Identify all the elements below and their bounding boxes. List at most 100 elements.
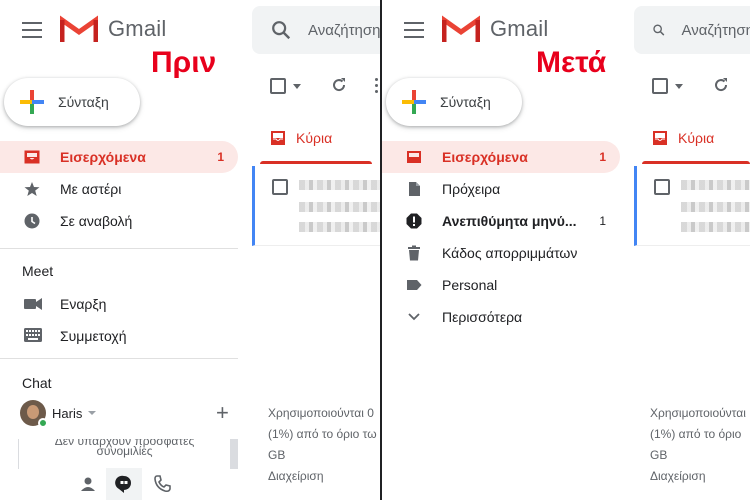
nav-item-spam[interactable]: Ανεπιθύμητα μηνύ... 1 [382,205,620,237]
nav-label: Πρόχειρα [442,181,501,197]
chevron-down-icon[interactable] [88,411,96,415]
keyboard-icon [24,328,42,342]
more-vert-icon[interactable] [375,78,379,94]
nav-item-more[interactable]: Περισσότερα [382,301,620,333]
compose-button[interactable]: Σύνταξη [4,78,140,126]
blurred-subject [681,202,750,212]
phone-icon[interactable] [152,474,172,494]
compose-plus-icon [402,90,426,114]
nav-item-snoozed[interactable]: Σε αναβολή [0,205,238,237]
compose-label: Σύνταξη [440,94,491,110]
main-menu-button[interactable] [404,22,424,38]
nav-label: Σε αναβολή [60,213,133,229]
compose-button[interactable]: Σύνταξη [386,78,522,126]
gmail-logo[interactable]: Gmail [442,14,548,44]
row-checkbox[interactable] [272,179,288,195]
spam-count: 1 [599,214,606,228]
tab-primary-label: Κύρια [296,130,333,146]
before-label: Πριν [151,46,217,79]
nav-item-inbox[interactable]: Εισερχόμενα 1 [382,141,620,173]
hangouts-bottom-bar [0,468,240,500]
online-status-dot [38,418,48,428]
after-label: Μετά [536,46,607,79]
gmail-logo[interactable]: Gmail [60,14,166,44]
storage-info: Χρησιμοποιούνται (1%) από το όριο GB Δια… [650,403,746,487]
compose-plus-icon [20,90,44,114]
refresh-icon[interactable] [712,76,730,94]
select-all-checkbox[interactable] [270,78,286,94]
nav-label: Εισερχόμενα [60,149,146,165]
search-placeholder: Αναζήτηση [681,21,750,39]
row-checkbox[interactable] [654,179,670,195]
blurred-snippet [299,222,380,232]
meet-start-item[interactable]: Εναρξη [0,288,238,320]
main-menu-button[interactable] [22,22,42,38]
app-name: Gmail [108,16,167,41]
section-divider [0,248,238,249]
search-placeholder: Αναζήτηση [308,21,380,39]
select-all-checkbox[interactable] [652,78,668,94]
mail-toolbar [252,62,380,110]
search-bar[interactable]: Αναζήτηση [252,6,380,54]
empty-chat-line: συνομιλίες [96,444,153,458]
nav-label: Ανεπιθύμητα μηνύ... [442,213,577,229]
nav-item-drafts[interactable]: Πρόχειρα [382,173,620,205]
unread-count: 1 [599,150,606,164]
nav-label: Με αστέρι [60,181,122,197]
label-icon [407,280,422,290]
nav-item-trash[interactable]: Κάδος απορριμμάτων [382,237,620,269]
star-icon [24,182,40,196]
refresh-icon[interactable] [330,76,348,94]
mail-row[interactable] [252,166,380,246]
spam-icon [406,213,422,229]
manage-storage-link[interactable]: Διαχείριση [650,466,746,487]
blurred-sender [681,180,750,190]
mail-row[interactable] [634,166,750,246]
blurred-snippet [681,222,750,232]
manage-storage-link[interactable]: Διαχείριση [268,466,377,487]
tab-primary-label: Κύρια [678,130,715,146]
tab-primary[interactable]: Κύρια [634,114,750,164]
chat-title: Chat [22,375,52,391]
clock-icon [24,213,40,229]
storage-line: Χρησιμοποιούνται [650,406,746,420]
storage-line: (1%) από το όριο τω [268,427,377,441]
mail-toolbar [634,62,750,110]
storage-line: Χρησιμοποιούνται 0 [268,406,374,420]
chat-user-name: Haris [52,406,83,421]
nav-item-starred[interactable]: Με αστέρι [0,173,238,205]
inbox-icon [407,151,421,163]
search-icon[interactable] [652,19,666,41]
chat-user-row[interactable]: Haris + [20,400,240,430]
chevron-down-icon[interactable] [675,84,683,89]
nav-label: Κάδος απορριμμάτων [442,245,578,261]
gmail-m-icon [60,15,98,42]
gmail-m-icon [442,15,480,42]
nav-item-inbox[interactable]: Εισερχόμενα 1 [0,141,238,173]
nav-list: Εισερχόμενα 1 Πρόχειρα Ανεπιθύμητα μηνύ.… [382,141,620,333]
meet-join-label: Συμμετοχή [60,328,127,344]
meet-join-item[interactable]: Συμμετοχή [0,320,238,352]
nav-item-personal[interactable]: Personal [382,269,620,301]
storage-line: GB [268,448,286,462]
chevron-down-icon[interactable] [293,84,301,89]
storage-info: Χρησιμοποιούνται 0 (1%) από το όριο τω G… [268,403,377,487]
person-icon[interactable] [78,474,98,494]
hangouts-icon[interactable] [114,474,134,494]
empty-chat-message: Δεν υπάρχουν πρόσφατες συνομιλίες [18,439,238,469]
draft-icon [409,182,420,196]
search-icon[interactable] [270,19,292,41]
storage-line: GB [650,448,668,462]
nav-label: Περισσότερα [442,309,523,325]
storage-line: (1%) από το όριο [650,427,742,441]
inbox-icon [653,131,667,145]
trash-icon [408,245,420,261]
nav-label: Personal [442,277,498,293]
inbox-icon [24,150,40,164]
inbox-icon [271,131,285,145]
section-divider [0,358,238,359]
search-bar[interactable]: Αναζήτηση [634,6,750,54]
new-chat-button[interactable]: + [216,400,229,426]
tab-primary[interactable]: Κύρια [252,114,380,164]
nav-list: Εισερχόμενα 1 Με αστέρι Σε αναβολή [0,141,238,237]
